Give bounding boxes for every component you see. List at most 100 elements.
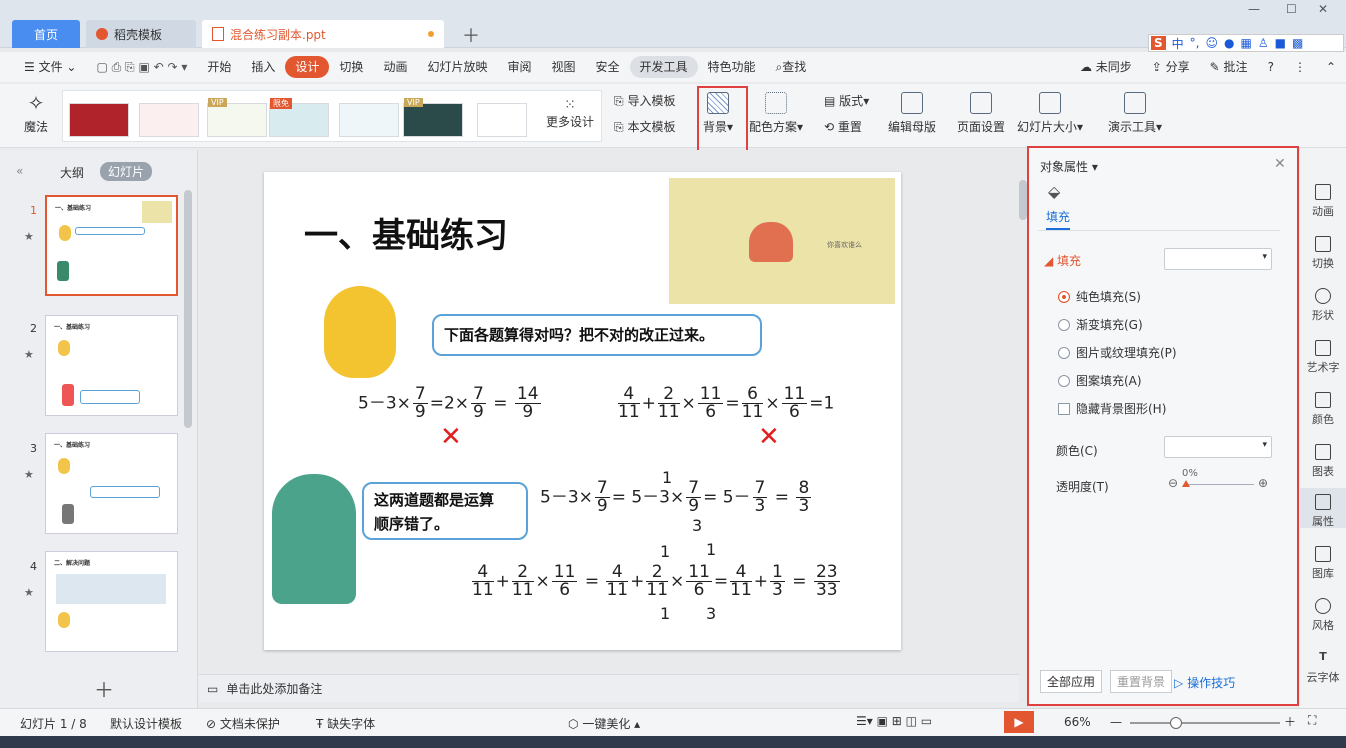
menu-security[interactable]: 安全 xyxy=(586,56,630,78)
layout-button[interactable]: ▤ 版式▾ xyxy=(824,92,869,109)
equation-4[interactable]: 4 11 +2 11 × 11 6 = 4 11 +2 11 × 11 6 = 4 11 +1 3 = 23 33 xyxy=(470,564,842,599)
eq1-frac1: 79 xyxy=(412,384,428,422)
new-tab-button[interactable]: ＋ xyxy=(462,22,480,48)
transition-icon xyxy=(1315,236,1331,252)
doc-protect-status[interactable]: ⊘ 文档未保护 xyxy=(206,715,280,732)
tab-home[interactable]: 首页 xyxy=(12,20,80,48)
tab-template[interactable]: 稻壳模板 xyxy=(86,20,196,48)
equation-2[interactable]: 4 11 +2 11 × 11 6 = 6 11 × 11 6 =1 xyxy=(616,386,834,421)
pane-scrollbar[interactable] xyxy=(184,190,192,428)
sidebar-properties[interactable]: 属性 xyxy=(1300,488,1346,528)
slide-thumbnail-2[interactable]: 一、基础练习 xyxy=(45,315,178,416)
design-template-1[interactable] xyxy=(69,103,129,137)
reset-button[interactable]: ⟲ 重置 xyxy=(824,118,862,135)
menu-transition[interactable]: 切换 xyxy=(329,56,373,78)
slide-thumbnail-4[interactable]: 二、解决问题 xyxy=(45,551,178,652)
search-button[interactable]: ⌕查找 xyxy=(766,56,817,78)
beautify-button[interactable]: ⬡ 一键美化 ▴ xyxy=(568,715,640,732)
user-icon[interactable]: ♙ xyxy=(1258,36,1269,50)
sidebar-shape[interactable]: 形状 xyxy=(1300,288,1346,323)
ime-toolbar[interactable]: S 中 °, ☺ ● ▦ ♙ ■ ▩ xyxy=(1148,34,1344,52)
import-template-button[interactable]: ⎘ 导入模板 xyxy=(614,92,675,109)
doc-protect-label: 文档未保护 xyxy=(219,717,280,731)
close-window-button[interactable]: ✕ xyxy=(1318,2,1328,16)
sidebar-wordart[interactable]: 艺术字 xyxy=(1300,340,1346,375)
canvas-scrollbar[interactable] xyxy=(1019,180,1027,220)
add-slide-button[interactable]: ＋ xyxy=(94,674,114,703)
zoom-slider[interactable] xyxy=(1130,722,1280,724)
edit-master-button[interactable]: 编辑母版 xyxy=(886,92,938,135)
equation-1[interactable]: 5－3× 7 9 =2× 7 9 = 14 9 xyxy=(358,386,543,421)
comment-button[interactable]: ✎ 批注 xyxy=(1200,56,1258,78)
menu-slideshow[interactable]: 幻灯片放映 xyxy=(417,56,497,78)
zoom-out-button[interactable]: — xyxy=(1110,715,1122,729)
design-template-6[interactable]: VIP xyxy=(403,98,463,137)
zoom-in-button[interactable]: ＋ xyxy=(1284,713,1296,730)
smile-icon[interactable]: ☺ xyxy=(1206,36,1219,50)
help-icon[interactable]: ? xyxy=(1258,56,1284,78)
slide-size-button[interactable]: 幻灯片大小▾ xyxy=(1014,92,1086,135)
speech-bubble-2[interactable]: 这两道题都是运算 顺序错了。 xyxy=(362,482,528,540)
design-template-3[interactable]: VIP xyxy=(207,98,267,137)
punct-icon[interactable]: °, xyxy=(1190,36,1200,50)
share-button[interactable]: ⇪ 分享 xyxy=(1142,56,1200,78)
view-mode-icons[interactable]: ☰▾ ▣ ⊞ ◫ ▭ xyxy=(856,714,932,728)
slide-thumbnail-1[interactable]: 一、基础练习 xyxy=(45,195,178,296)
more-design-button[interactable]: ⁙ 更多设计 xyxy=(543,97,597,130)
presentation-tools-button[interactable]: 演示工具▾ xyxy=(1104,92,1166,135)
minimize-button[interactable]: — xyxy=(1248,2,1260,16)
zoom-level[interactable]: 66% xyxy=(1064,715,1091,729)
ime-lang[interactable]: 中 xyxy=(1172,35,1184,52)
mic-icon[interactable]: ● xyxy=(1224,36,1234,50)
menu-review[interactable]: 审阅 xyxy=(497,56,541,78)
notes-area[interactable]: ▭ 单击此处添加备注 xyxy=(199,674,1019,702)
shirt-icon[interactable]: ■ xyxy=(1275,36,1286,50)
sidebar-gallery[interactable]: 图库 xyxy=(1300,546,1346,581)
collapse-ribbon-icon[interactable]: ⌃ xyxy=(1316,56,1346,78)
more-icon[interactable]: ⋮ xyxy=(1284,56,1316,78)
fit-window-icon[interactable]: ⛶ xyxy=(1308,713,1316,728)
zoom-slider-handle[interactable] xyxy=(1170,717,1182,729)
sidebar-animation[interactable]: 动画 xyxy=(1300,184,1346,219)
menu-animation[interactable]: 动画 xyxy=(373,56,417,78)
menu-developer[interactable]: 开发工具 xyxy=(629,56,698,78)
file-menu[interactable]: ☰ 文件 ⌄ xyxy=(14,56,86,78)
keyboard-icon[interactable]: ▦ xyxy=(1241,36,1252,50)
menu-insert[interactable]: 插入 xyxy=(241,56,285,78)
outline-tab[interactable]: 大纲 xyxy=(60,164,84,181)
design-template-4[interactable]: 限免 xyxy=(269,98,329,137)
page-setup-button[interactable]: 页面设置 xyxy=(954,92,1008,135)
slide-canvas[interactable]: 一、基础练习 你喜欢谁么 下面各题算得对吗？把不对的改正过来。 5－3× 7 9 =2… xyxy=(264,172,901,650)
play-slideshow-button[interactable]: ▶ xyxy=(1004,711,1034,733)
quick-access-icons[interactable]: ▢ ⎙ ⎘ ▣ ↶ ↷ ▾ xyxy=(86,56,197,78)
design-template-2[interactable] xyxy=(139,103,199,137)
sidebar-color[interactable]: 颜色 xyxy=(1300,392,1346,427)
tab-document[interactable]: 混合练习副本.ppt xyxy=(202,20,444,48)
design-template-status[interactable]: 默认设计模板 xyxy=(110,715,182,732)
slide-image[interactable]: 你喜欢谁么 xyxy=(669,178,895,304)
missing-font-status[interactable]: Ŧ 缺失字体 xyxy=(316,715,375,732)
design-template-7[interactable] xyxy=(477,103,527,137)
this-template-button[interactable]: ⎘ 本文模板 xyxy=(614,118,675,135)
menu-view[interactable]: 视图 xyxy=(541,56,585,78)
color-scheme-button[interactable]: 配色方案▾ xyxy=(746,92,806,135)
slide-thumbnail-3[interactable]: 一、基础练习 xyxy=(45,433,178,534)
sidebar-cloud-font[interactable]: T 云字体 xyxy=(1300,650,1346,685)
menu-features[interactable]: 特色功能 xyxy=(698,56,766,78)
shield-icon: ⊘ xyxy=(206,717,217,731)
slide-title[interactable]: 一、基础练习 xyxy=(304,208,508,257)
menu-design[interactable]: 设计 xyxy=(285,56,330,78)
sidebar-transition[interactable]: 切换 xyxy=(1300,236,1346,271)
magic-button[interactable]: ✧ 魔法 xyxy=(20,92,52,135)
speech-bubble-1[interactable]: 下面各题算得对吗？把不对的改正过来。 xyxy=(432,314,762,356)
menu-home[interactable]: 开始 xyxy=(197,56,241,78)
design-template-5[interactable] xyxy=(339,103,399,137)
sidebar-chart[interactable]: 图表 xyxy=(1300,444,1346,479)
sync-button[interactable]: ☁ 未同步 xyxy=(1070,56,1142,78)
maximize-button[interactable]: ☐ xyxy=(1286,2,1297,16)
equation-3[interactable]: 5－3× 7 9 = 5－3× 7 9 = 5－ 7 3 = 83 xyxy=(540,480,813,515)
slides-tab[interactable]: 幻灯片 xyxy=(100,162,153,181)
grid-icon[interactable]: ▩ xyxy=(1292,36,1303,50)
collapse-pane-icon[interactable]: « xyxy=(16,164,23,178)
sidebar-style[interactable]: 风格 xyxy=(1300,598,1346,633)
